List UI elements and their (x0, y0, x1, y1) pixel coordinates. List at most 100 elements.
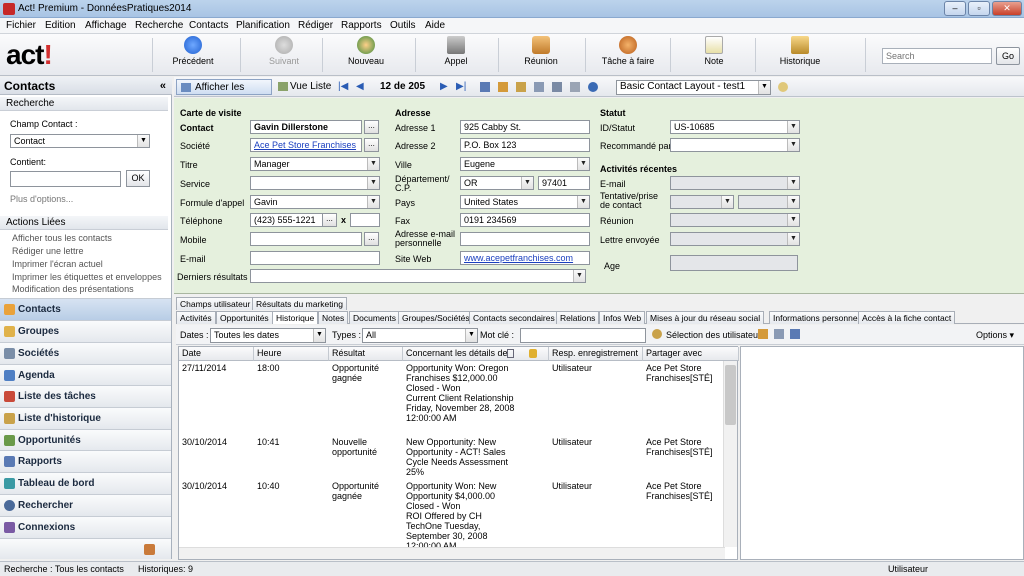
nav-companies[interactable]: Sociétés (0, 342, 171, 364)
more-options-link[interactable]: Plus d'options... (10, 194, 73, 204)
results-field[interactable]: ▼ (250, 269, 586, 283)
company-field[interactable]: Ace Pet Store Franchises (250, 138, 362, 152)
vertical-scrollbar[interactable] (723, 361, 737, 547)
menu-affichage[interactable]: Affichage (85, 20, 127, 31)
nav-history[interactable]: Liste d'historique (0, 407, 171, 429)
nav-tasks[interactable]: Liste des tâches (0, 385, 171, 407)
menu-rapports[interactable]: Rapports (341, 20, 382, 31)
nav-search[interactable]: Rechercher (0, 494, 171, 516)
menu-edition[interactable]: Edition (45, 20, 76, 31)
attach-icon[interactable] (552, 82, 562, 92)
nav-opportunities[interactable]: Opportunités (0, 429, 171, 451)
col-share[interactable]: Partager avec (643, 347, 739, 361)
col-owner[interactable]: Resp. enregistrement (549, 347, 643, 361)
keyword-input[interactable] (520, 328, 646, 343)
state-field[interactable]: OR ▼ (460, 176, 534, 190)
country-field[interactable]: United States ▼ (460, 195, 590, 209)
action-print-labels[interactable]: Imprimer les étiquettes et enveloppes (12, 272, 162, 282)
show-details-button[interactable]: Afficher les détails (176, 79, 272, 109)
letter-field[interactable]: ▼ (670, 232, 800, 246)
note-button[interactable]: Note (686, 36, 742, 74)
fax-field[interactable]: 0191 234569 (460, 213, 590, 227)
previous-button[interactable]: Précédent (165, 36, 221, 74)
layout-settings-icon[interactable] (778, 82, 788, 92)
list-view-button[interactable]: Vue Liste (276, 79, 334, 95)
search-input[interactable] (882, 48, 992, 64)
tag-icon[interactable] (516, 82, 526, 92)
menu-outils[interactable]: Outils (390, 20, 416, 31)
nav-reports[interactable]: Rapports (0, 450, 171, 472)
last-record-icon[interactable]: ▶| (456, 79, 466, 95)
tab-groups-companies[interactable]: Groupes/Sociétés (398, 311, 474, 324)
service-field[interactable]: ▼ (250, 176, 380, 190)
nav-connections[interactable]: Connexions (0, 516, 171, 538)
tab-history[interactable]: Historique (272, 311, 319, 324)
menu-recherche[interactable]: Recherche (135, 20, 183, 31)
col-date[interactable]: Date (179, 347, 254, 361)
ext-field[interactable] (350, 213, 380, 227)
col-details[interactable]: Concernant les détails de (403, 347, 549, 361)
action-print-screen[interactable]: Imprimer l'écran actuel (12, 259, 103, 269)
tab-web-info[interactable]: Infos Web (599, 311, 646, 324)
scroll-thumb[interactable] (725, 365, 736, 425)
go-button[interactable]: Go (996, 47, 1020, 65)
nav-dashboard[interactable]: Tableau de bord (0, 472, 171, 494)
next-button[interactable]: Suivant (256, 36, 312, 74)
layout-select[interactable]: Basic Contact Layout - test1 ▼ (616, 80, 771, 95)
horizontal-scrollbar[interactable] (179, 547, 725, 559)
id-field[interactable]: US-10685 ▼ (670, 120, 800, 134)
next-record-icon[interactable]: ▶ (440, 79, 448, 95)
addr1-field[interactable]: 925 Cabby St. (460, 120, 590, 134)
tab-opportunities[interactable]: Opportunités (216, 311, 273, 324)
action-edit-layouts[interactable]: Modification des présentations (12, 284, 134, 294)
tab-documents[interactable]: Documents (349, 311, 400, 324)
select-users-button[interactable]: Sélection des utilisateurs (666, 330, 766, 340)
meeting-field[interactable]: ▼ (670, 213, 800, 227)
history-add-icon[interactable] (758, 329, 768, 339)
menu-rediger[interactable]: Rédiger (298, 20, 333, 31)
contains-input[interactable] (10, 171, 121, 187)
dates-select[interactable]: Toutes les dates ▼ (210, 328, 326, 343)
col-time[interactable]: Heure (254, 347, 329, 361)
copy-icon[interactable] (570, 82, 580, 92)
phone-more-button[interactable]: ... (322, 213, 337, 227)
save-icon[interactable] (480, 82, 490, 92)
tab-secondary-contacts[interactable]: Contacts secondaires (469, 311, 559, 324)
tab-social-updates[interactable]: Mises à jour du réseau social (646, 311, 765, 324)
edit-icon[interactable] (534, 82, 544, 92)
email-field[interactable] (250, 251, 380, 265)
attempt-field-2[interactable]: ▼ (738, 195, 800, 209)
col-result[interactable]: Résultat (329, 347, 403, 361)
contact-more-button[interactable]: ... (364, 120, 379, 134)
history-attach-icon[interactable] (774, 329, 784, 339)
menu-fichier[interactable]: Fichier (6, 20, 36, 31)
web-icon[interactable] (588, 82, 598, 92)
menu-contacts[interactable]: Contacts (189, 20, 228, 31)
prev-record-icon[interactable]: ◀ (356, 79, 364, 95)
zip-field[interactable]: 97401 (538, 176, 590, 190)
home-icon[interactable] (144, 544, 155, 555)
action-write-letter[interactable]: Rédiger une lettre (12, 246, 84, 256)
company-more-button[interactable]: ... (364, 138, 379, 152)
history-button[interactable]: Historique (772, 36, 828, 74)
mobile-field[interactable] (250, 232, 362, 246)
first-record-icon[interactable]: |◀ (338, 79, 348, 95)
attempt-field-1[interactable]: ▼ (670, 195, 734, 209)
mobile-more-button[interactable]: ... (364, 232, 379, 246)
contact-field[interactable]: Gavin Dillerstone (250, 120, 362, 134)
field-select[interactable]: Contact ▼ (10, 134, 150, 148)
referred-field[interactable]: ▼ (670, 138, 800, 152)
action-show-all[interactable]: Afficher tous les contacts (12, 233, 112, 243)
title-field[interactable]: Manager ▼ (250, 157, 380, 171)
menu-planification[interactable]: Planification (236, 20, 290, 31)
addr2-field[interactable]: P.O. Box 123 (460, 138, 590, 152)
menu-aide[interactable]: Aide (425, 20, 445, 31)
tab-relations[interactable]: Relations (556, 311, 600, 324)
tab-contact-access[interactable]: Accès à la fiche contact (858, 311, 956, 324)
duplicate-icon[interactable] (498, 82, 508, 92)
tab-notes[interactable]: Notes (318, 311, 349, 324)
tab-user-fields[interactable]: Champs utilisateur (176, 297, 255, 310)
todo-button[interactable]: Tâche à faire (598, 36, 658, 74)
tab-marketing-results[interactable]: Résultats du marketing (252, 297, 347, 310)
history-copy-icon[interactable] (790, 329, 800, 339)
